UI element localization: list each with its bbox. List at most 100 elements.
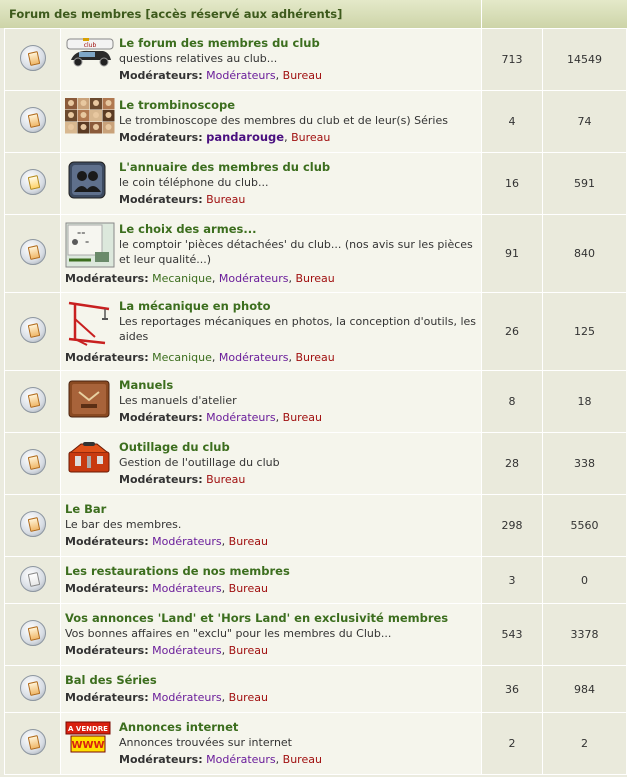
moderator-link[interactable]: Mecanique <box>152 272 212 285</box>
forum-description: Les manuels d'atelier <box>119 394 237 407</box>
topics-count: 298 <box>481 494 543 557</box>
separator: , <box>221 535 226 548</box>
forum-category: Forum des membres [accès réservé aux adh… <box>0 0 627 777</box>
moderator-link[interactable]: Modérateurs <box>152 582 222 595</box>
moderators-label: Modérateurs: <box>119 411 203 424</box>
forum-text: Le trombinoscope Le trombinoscope des mem… <box>119 98 477 145</box>
forum-table: club Le forum des membres du club question… <box>4 28 627 775</box>
forum-info-cell: Le Bar Le bar des membres. Modérateurs: Mo… <box>60 494 482 557</box>
moderator-link[interactable]: Bureau <box>206 473 245 486</box>
forum-title-link[interactable]: Les restaurations de nos membres <box>65 564 477 579</box>
moderator-link[interactable]: Bureau <box>283 411 322 424</box>
forum-info-cell: La mécanique en photo Les reportages méca… <box>60 292 482 371</box>
forum-title-link[interactable]: Manuels <box>119 378 477 393</box>
topics-count: 713 <box>481 28 543 91</box>
moderator-link[interactable]: Bureau <box>229 582 268 595</box>
forum-title-link[interactable]: Le Bar <box>65 502 477 517</box>
separator: , <box>275 411 280 424</box>
forum-text: Bal des Séries Modérateurs: Modérateurs, … <box>65 673 477 705</box>
forum-text: Le Bar Le bar des membres. Modérateurs: Mo… <box>65 502 477 549</box>
posts-count: 5560 <box>542 494 627 557</box>
status-cell <box>4 152 61 215</box>
forum-title-link[interactable]: Le trombinoscope <box>119 98 477 113</box>
header-stats-area <box>482 0 627 28</box>
moderator-link[interactable]: Bureau <box>283 753 322 766</box>
forum-row: Bal des Séries Modérateurs: Modérateurs, … <box>4 665 627 713</box>
forum-text: Annonces internet Annonces trouvées sur i… <box>119 720 477 767</box>
document-icon <box>27 455 40 470</box>
moderator-link[interactable]: Bureau <box>229 644 268 657</box>
category-title[interactable]: Forum des membres [accès réservé aux adh… <box>0 0 482 28</box>
posts-count: 3378 <box>542 603 627 666</box>
document-icon <box>27 51 40 66</box>
moderator-link[interactable]: Bureau <box>295 351 334 364</box>
topics-count: 28 <box>481 432 543 495</box>
forum-info: Le Bar Le bar des membres. Modérateurs: Mo… <box>65 502 477 549</box>
topics-count: 91 <box>481 214 543 293</box>
document-icon <box>27 735 40 750</box>
moderator-link[interactable]: Modérateurs <box>219 272 289 285</box>
moderator-link[interactable]: Bureau <box>295 272 334 285</box>
forum-title-link[interactable]: La mécanique en photo <box>119 299 477 314</box>
topics-count: 8 <box>481 370 543 433</box>
separator: , <box>211 271 216 285</box>
forum-description: Vos bonnes affaires en "exclu" pour les … <box>65 627 392 640</box>
status-cell <box>4 214 61 293</box>
forum-title-link[interactable]: Outillage du club <box>119 440 477 455</box>
club-car-logo: club <box>65 36 115 71</box>
moderators-label: Modérateurs: <box>65 644 149 657</box>
separator: , <box>275 753 280 766</box>
forum-status-icon <box>19 620 46 646</box>
topics-count: 26 <box>481 292 543 371</box>
for-sale-sign-logo: A VENDRE WWW <box>65 720 115 757</box>
moderator-link[interactable]: Modérateurs <box>219 351 289 364</box>
status-cell <box>4 432 61 495</box>
toolbox-icon <box>65 440 115 479</box>
forum-info: L'annuaire des membres du club le coin té… <box>65 160 477 207</box>
forum-info: Le trombinoscope Le trombinoscope des mem… <box>65 98 477 145</box>
moderator-link[interactable]: pandarouge <box>206 130 284 144</box>
moderator-link[interactable]: Modérateurs <box>206 69 276 82</box>
members-photos-thumbnail <box>65 98 115 137</box>
forum-title-link[interactable]: Le forum des membres du club <box>119 36 477 51</box>
moderator-link[interactable]: Bureau <box>206 193 245 206</box>
posts-count: 984 <box>542 665 627 713</box>
forum-title-link[interactable]: Bal des Séries <box>65 673 477 688</box>
status-cell <box>4 603 61 666</box>
separator: , <box>211 350 216 364</box>
moderator-link[interactable]: Modérateurs <box>206 411 276 424</box>
forum-info: Vos annonces 'Land' et 'Hors Land' en ex… <box>65 611 477 658</box>
topics-count: 4 <box>481 90 543 153</box>
document-icon <box>27 517 40 532</box>
moderator-link[interactable]: Modérateurs <box>152 535 222 548</box>
forum-row: Les restaurations de nos membres Modérate… <box>4 556 627 604</box>
moderators-line: Modérateurs: Modérateurs, Bureau <box>65 534 477 549</box>
forum-text: Les restaurations de nos membres Modérate… <box>65 564 477 596</box>
forum-title-link[interactable]: L'annuaire des membres du club <box>119 160 477 175</box>
moderator-link[interactable]: Bureau <box>291 131 330 144</box>
forum-description: Les reportages mécaniques en photos, la … <box>119 314 477 343</box>
forum-info: Bal des Séries Modérateurs: Modérateurs, … <box>65 673 477 705</box>
forum-description: questions relatives au club... <box>119 52 278 65</box>
forum-info: club Le forum des membres du club question… <box>65 36 477 83</box>
forum-text: Vos annonces 'Land' et 'Hors Land' en ex… <box>65 611 477 658</box>
moderator-link[interactable]: Modérateurs <box>152 644 222 657</box>
separator: , <box>221 644 226 657</box>
moderator-link[interactable]: Bureau <box>283 69 322 82</box>
spare-parts-thumbnail: == = <box>65 222 115 271</box>
moderator-link[interactable]: Modérateurs <box>206 753 276 766</box>
moderator-link[interactable]: Bureau <box>229 535 268 548</box>
forum-info-cell: == = Le choix des armes... le comptoir 'piè… <box>60 214 482 293</box>
forum-row: club Le forum des membres du club question… <box>4 28 627 91</box>
moderators-line: Modérateurs: Mecanique, Modérateurs, Bur… <box>65 271 477 286</box>
moderator-link[interactable]: Bureau <box>229 691 268 704</box>
forum-title-link[interactable]: Annonces internet <box>119 720 477 735</box>
moderators-line: Modérateurs: Modérateurs, Bureau <box>119 752 477 767</box>
forum-description: le comptoir 'pièces détachées' du club..… <box>119 237 473 266</box>
forum-row: Outillage du club Gestion de l'outillage … <box>4 432 627 495</box>
moderator-link[interactable]: Mecanique <box>152 351 212 364</box>
forum-title-link[interactable]: Le choix des armes... <box>119 222 477 237</box>
moderator-link[interactable]: Modérateurs <box>152 691 222 704</box>
topics-count: 16 <box>481 152 543 215</box>
forum-title-link[interactable]: Vos annonces 'Land' et 'Hors Land' en ex… <box>65 611 477 626</box>
